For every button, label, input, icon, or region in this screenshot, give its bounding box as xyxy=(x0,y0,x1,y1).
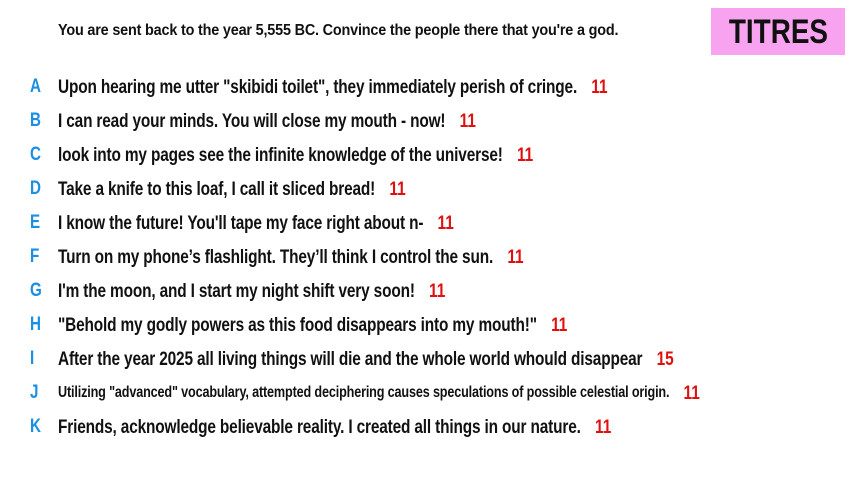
answer-score: 11 xyxy=(429,279,446,302)
answer-score: 11 xyxy=(551,313,568,336)
answer-row-a: A Upon hearing me utter "skibidi toilet"… xyxy=(0,70,853,104)
answer-text: Upon hearing me utter "skibidi toilet", … xyxy=(58,75,578,98)
answer-line: I'm the moon, and I start my night shift… xyxy=(58,280,445,303)
answer-line: After the year 2025 all living things wi… xyxy=(58,348,674,371)
answer-row-e: E I know the future! You'll tape my face… xyxy=(0,206,853,240)
answer-text: look into my pages see the infinite know… xyxy=(58,143,503,166)
answer-line: Turn on my phone’s flashlight. They’ll t… xyxy=(58,246,524,269)
answer-letter: C xyxy=(30,144,41,165)
answer-score: 15 xyxy=(656,347,674,370)
answer-letter: G xyxy=(30,280,42,301)
answer-line: Take a knife to this loaf, I call it sli… xyxy=(58,178,406,201)
answer-letter: B xyxy=(30,110,41,131)
prompt-text: You are sent back to the year 5,555 BC. … xyxy=(58,22,619,39)
answer-score: 11 xyxy=(459,109,476,132)
answer-row-f: F Turn on my phone’s flashlight. They’ll… xyxy=(0,240,853,274)
answer-row-g: G I'm the moon, and I start my night shi… xyxy=(0,274,853,308)
answer-letter: F xyxy=(30,246,40,267)
answer-letter: D xyxy=(30,178,41,199)
answer-text: I'm the moon, and I start my night shift… xyxy=(58,279,415,302)
answer-score: 11 xyxy=(594,415,612,438)
answer-text: I can read your minds. You will close my… xyxy=(58,109,446,132)
answer-line: look into my pages see the infinite know… xyxy=(58,144,533,167)
answer-text: Turn on my phone’s flashlight. They’ll t… xyxy=(58,245,494,268)
answer-letter: E xyxy=(30,212,41,233)
answer-row-c: C look into my pages see the infinite kn… xyxy=(0,138,853,172)
titres-logo: TITRES xyxy=(711,8,845,55)
answer-line: I can read your minds. You will close my… xyxy=(58,110,476,133)
answer-line: Upon hearing me utter "skibidi toilet", … xyxy=(58,76,608,99)
answer-score: 11 xyxy=(516,143,534,166)
answer-row-b: B I can read your minds. You will close … xyxy=(0,104,853,138)
answer-letter: A xyxy=(30,76,41,97)
answer-letter: K xyxy=(30,416,41,437)
answer-text: Friends, acknowledge believable reality.… xyxy=(58,415,581,438)
answer-letter: J xyxy=(30,382,39,403)
answer-score: 11 xyxy=(507,245,524,268)
answer-row-h: H "Behold my godly powers as this food d… xyxy=(0,308,853,342)
page: You are sent back to the year 5,555 BC. … xyxy=(0,0,853,480)
answer-line: Friends, acknowledge believable reality.… xyxy=(58,416,611,439)
answer-row-i: I After the year 2025 all living things … xyxy=(0,342,853,376)
answer-text: Take a knife to this loaf, I call it sli… xyxy=(58,177,376,200)
answer-row-d: D Take a knife to this loaf, I call it s… xyxy=(0,172,853,206)
answer-text: After the year 2025 all living things wi… xyxy=(58,347,643,370)
answer-row-j: J Utilizing "advanced" vocabulary, attem… xyxy=(0,376,853,410)
answer-row-k: K Friends, acknowledge believable realit… xyxy=(0,410,853,444)
answer-text: "Behold my godly powers as this food dis… xyxy=(58,313,537,336)
answer-line: Utilizing "advanced" vocabulary, attempt… xyxy=(58,382,700,405)
answer-text: I know the future! You'll tape my face r… xyxy=(58,211,424,234)
answer-score: 11 xyxy=(437,211,454,234)
answer-letter: H xyxy=(30,314,41,335)
answer-line: I know the future! You'll tape my face r… xyxy=(58,212,454,235)
answer-text: Utilizing "advanced" vocabulary, attempt… xyxy=(58,384,670,401)
answer-line: "Behold my godly powers as this food dis… xyxy=(58,314,567,337)
answer-score: 11 xyxy=(683,381,700,404)
answer-score: 11 xyxy=(591,75,608,98)
logo-text: TITRES xyxy=(728,12,828,51)
answer-letter: I xyxy=(30,348,35,369)
answer-score: 11 xyxy=(389,177,406,200)
